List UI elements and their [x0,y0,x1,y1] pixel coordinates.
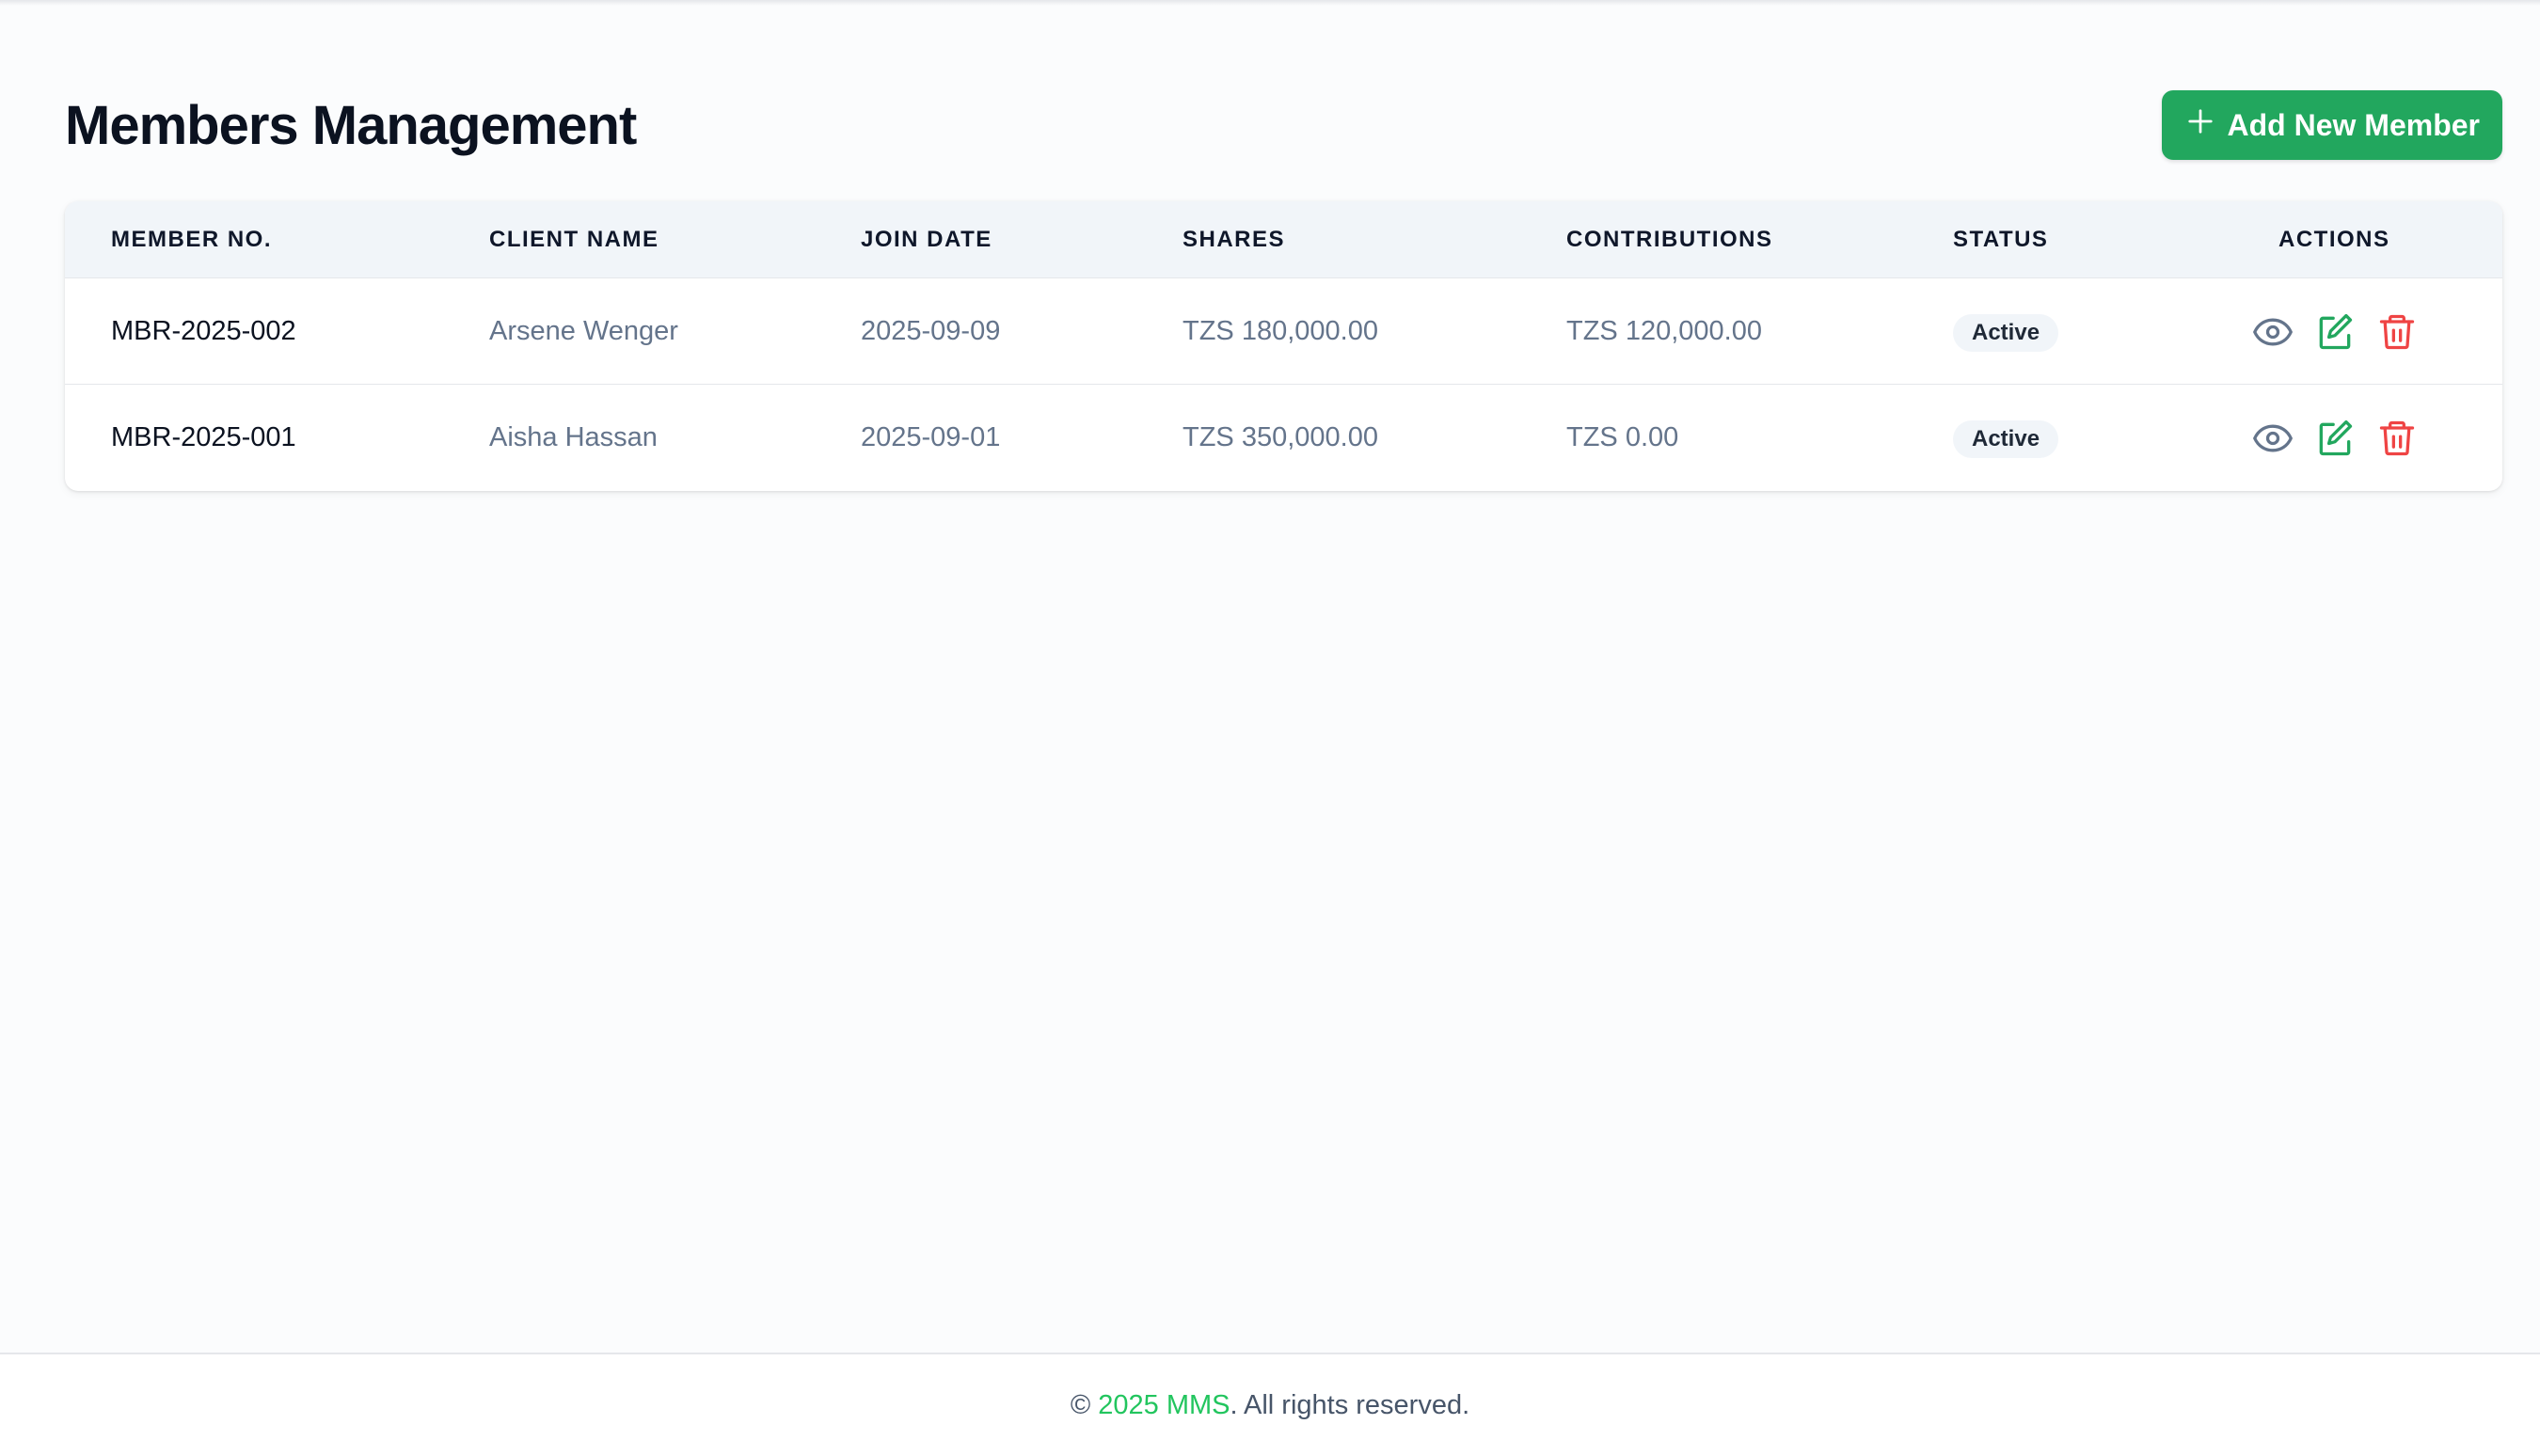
footer: © 2025 MMS. All rights reserved. [0,1353,2540,1456]
row-actions [2252,385,2418,491]
members-table: Member No. Client Name Join Date Shares … [65,201,2502,491]
column-header-contributions: Contributions [1566,227,1773,252]
view-icon[interactable] [2252,418,2294,459]
contributions-cell: TZS 120,000.00 [1566,316,1762,346]
column-header-actions: Actions [2278,227,2390,252]
page-header: Members Management Add New Member [65,83,2502,167]
copyright-symbol: © [1070,1389,1091,1420]
add-new-member-label: Add New Member [2227,107,2480,142]
shares-cell: TZS 180,000.00 [1183,316,1378,346]
add-new-member-button[interactable]: Add New Member [2161,90,2502,160]
edit-icon[interactable] [2314,418,2356,459]
footer-brand-link[interactable]: 2025 MMS [1098,1390,1230,1421]
edit-icon[interactable] [2314,311,2356,353]
column-header-client-name: Client Name [489,227,659,252]
member-no-cell: MBR-2025-001 [111,422,296,452]
status-badge: Active [1953,420,2059,458]
footer-rights-text: . All rights reserved. [1230,1389,1470,1420]
column-header-shares: Shares [1183,227,1286,252]
view-icon[interactable] [2252,311,2294,353]
column-header-status: Status [1953,227,2049,252]
client-name-cell: Aisha Hassan [489,422,658,452]
column-header-member-no: Member No. [111,227,272,252]
row-actions [2252,278,2418,385]
client-name-cell: Arsene Wenger [489,316,678,346]
shares-cell: TZS 350,000.00 [1183,422,1378,452]
topbar-shadow [0,0,2540,6]
delete-icon[interactable] [2376,311,2418,353]
table-row: MBR-2025-002 Arsene Wenger 2025-09-09 TZ… [65,278,2502,385]
table-header: Member No. Client Name Join Date Shares … [65,201,2502,278]
status-badge: Active [1953,314,2059,352]
plus-icon [2186,107,2215,143]
page-title: Members Management [65,94,637,156]
column-header-join-date: Join Date [861,227,992,252]
member-no-cell: MBR-2025-002 [111,316,296,346]
contributions-cell: TZS 0.00 [1566,422,1679,452]
join-date-cell: 2025-09-01 [861,422,1001,452]
join-date-cell: 2025-09-09 [861,316,1001,346]
page: Members Management Add New Member Member… [0,0,2540,1456]
delete-icon[interactable] [2376,418,2418,459]
table-row: MBR-2025-001 Aisha Hassan 2025-09-01 TZS… [65,385,2502,491]
